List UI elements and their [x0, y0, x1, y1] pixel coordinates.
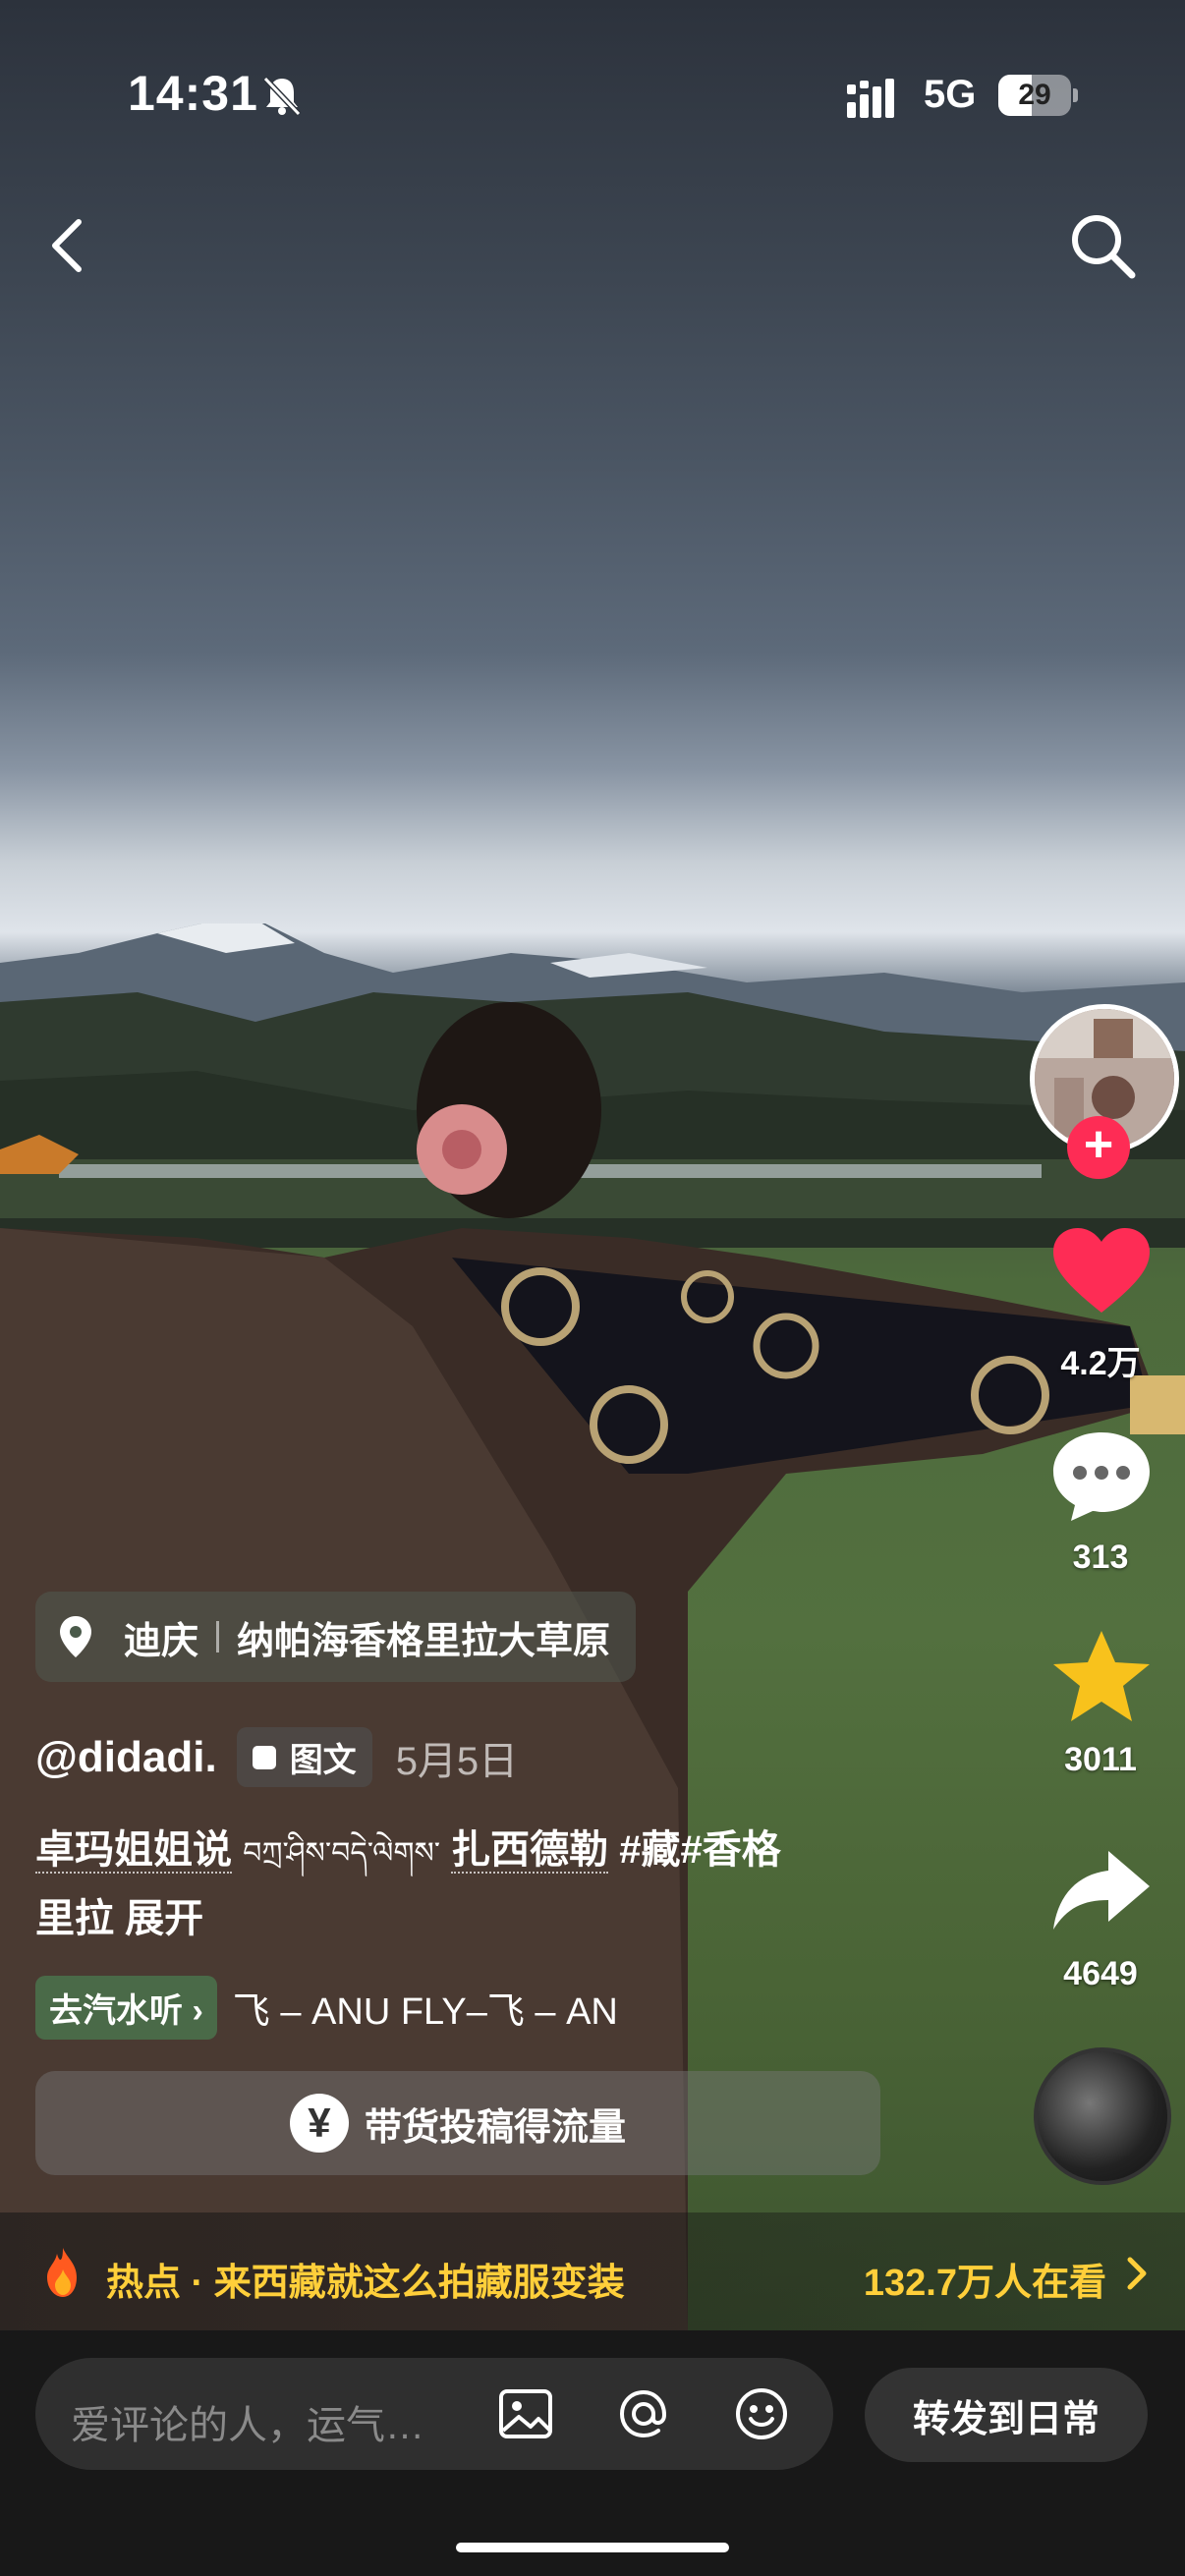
location-separator: [216, 1621, 220, 1652]
post-description[interactable]: 卓玛姐姐说 བཀྲ་ཤིས་བདེ་ལེགས་ 扎西德勒 #藏#香格 里拉 展开: [35, 1818, 920, 1951]
promo-label: 带货投稿得流量: [364, 2106, 626, 2149]
comment-input[interactable]: 爱评论的人，运气…: [35, 2358, 833, 2470]
status-time: 14:31: [128, 66, 258, 121]
bell-muted-icon: [262, 76, 302, 117]
location-pin-icon: [60, 1616, 91, 1657]
search-icon[interactable]: [1065, 208, 1140, 283]
author-row: @didadi. 图文 5月5日: [35, 1727, 518, 1787]
location-chip[interactable]: 迪庆 纳帕海香格里拉大草原: [35, 1592, 637, 1682]
follow-plus-button[interactable]: +: [1067, 1116, 1130, 1179]
hot-viewers: 132.7万人在看: [863, 2263, 1106, 2304]
hot-topic-label: 热点 · 来西藏就这么拍藏服变装: [106, 2263, 625, 2304]
like-count: 4.2万: [1060, 1345, 1141, 1382]
heart-icon[interactable]: [1047, 1222, 1156, 1320]
star-icon[interactable]: [1047, 1627, 1156, 1725]
share-arrow-icon[interactable]: [1047, 1843, 1156, 1941]
location-city: 迪庆: [124, 1620, 199, 1662]
share-to-daily-button[interactable]: 转发到日常: [865, 2368, 1148, 2462]
desc-hashtags[interactable]: #藏#香格: [619, 1828, 781, 1872]
battery-level: 29: [1018, 79, 1051, 111]
post-date: 5月5日: [395, 1739, 519, 1783]
open-music-app-button[interactable]: 去汽水听 ›: [35, 1975, 217, 2040]
post-type-label: 图文: [289, 1742, 357, 1779]
image-text-icon: [252, 1745, 276, 1769]
music-disc[interactable]: [1034, 2047, 1171, 2185]
signal-icon: [847, 79, 894, 118]
expand-link[interactable]: 展开: [125, 1897, 203, 1940]
promo-button[interactable]: ¥ 带货投稿得流量: [35, 2071, 880, 2175]
share-to-daily-label: 转发到日常: [912, 2398, 1100, 2440]
music-chip-label: 去汽水听: [49, 1991, 183, 2030]
back-arrow-icon[interactable]: [39, 210, 98, 281]
status-bar: 14:31 5G 29: [0, 0, 1185, 196]
desc-text-line2: 里拉: [35, 1897, 114, 1940]
music-row: 去汽水听 › 飞 – ANU FLY–飞 – AN: [35, 1975, 783, 2040]
hot-topic-bar[interactable]: 热点 · 来西藏就这么拍藏服变装 132.7万人在看: [0, 2212, 1185, 2330]
comment-icon[interactable]: [1047, 1427, 1156, 1525]
yen-icon: ¥: [289, 2094, 349, 2153]
network-type: 5G: [924, 73, 977, 116]
at-mention-icon[interactable]: [615, 2385, 672, 2442]
comment-placeholder: 爱评论的人，运气…: [71, 2404, 424, 2447]
favorite-count: 3011: [1064, 1741, 1137, 1778]
desc-text-a: 卓玛姐姐说: [35, 1828, 232, 1874]
flame-icon: [47, 2248, 77, 2297]
post-type-tag: 图文: [236, 1727, 372, 1787]
music-title[interactable]: 飞 – ANU FLY–飞 – AN: [233, 1981, 783, 2035]
home-indicator[interactable]: [456, 2543, 729, 2552]
image-icon[interactable]: [497, 2385, 554, 2442]
battery-icon: 29: [998, 75, 1078, 116]
location-place: 纳帕海香格里拉大草原: [237, 1620, 611, 1662]
screen: 14:31 5G 29 + 4.2万 313 3011 4649 迪庆 纳帕海香…: [0, 0, 1185, 2576]
author-name[interactable]: @didadi.: [35, 1733, 217, 1782]
share-count: 4649: [1063, 1955, 1138, 1992]
comment-count: 313: [1072, 1539, 1129, 1576]
desc-tibetan: བཀྲ་ཤིས་བདེ་ལེགས་: [243, 1836, 441, 1871]
emoji-icon[interactable]: [733, 2385, 790, 2442]
chevron-right-icon: [1127, 2257, 1147, 2290]
desc-text-c: 扎西德勒: [451, 1828, 609, 1874]
